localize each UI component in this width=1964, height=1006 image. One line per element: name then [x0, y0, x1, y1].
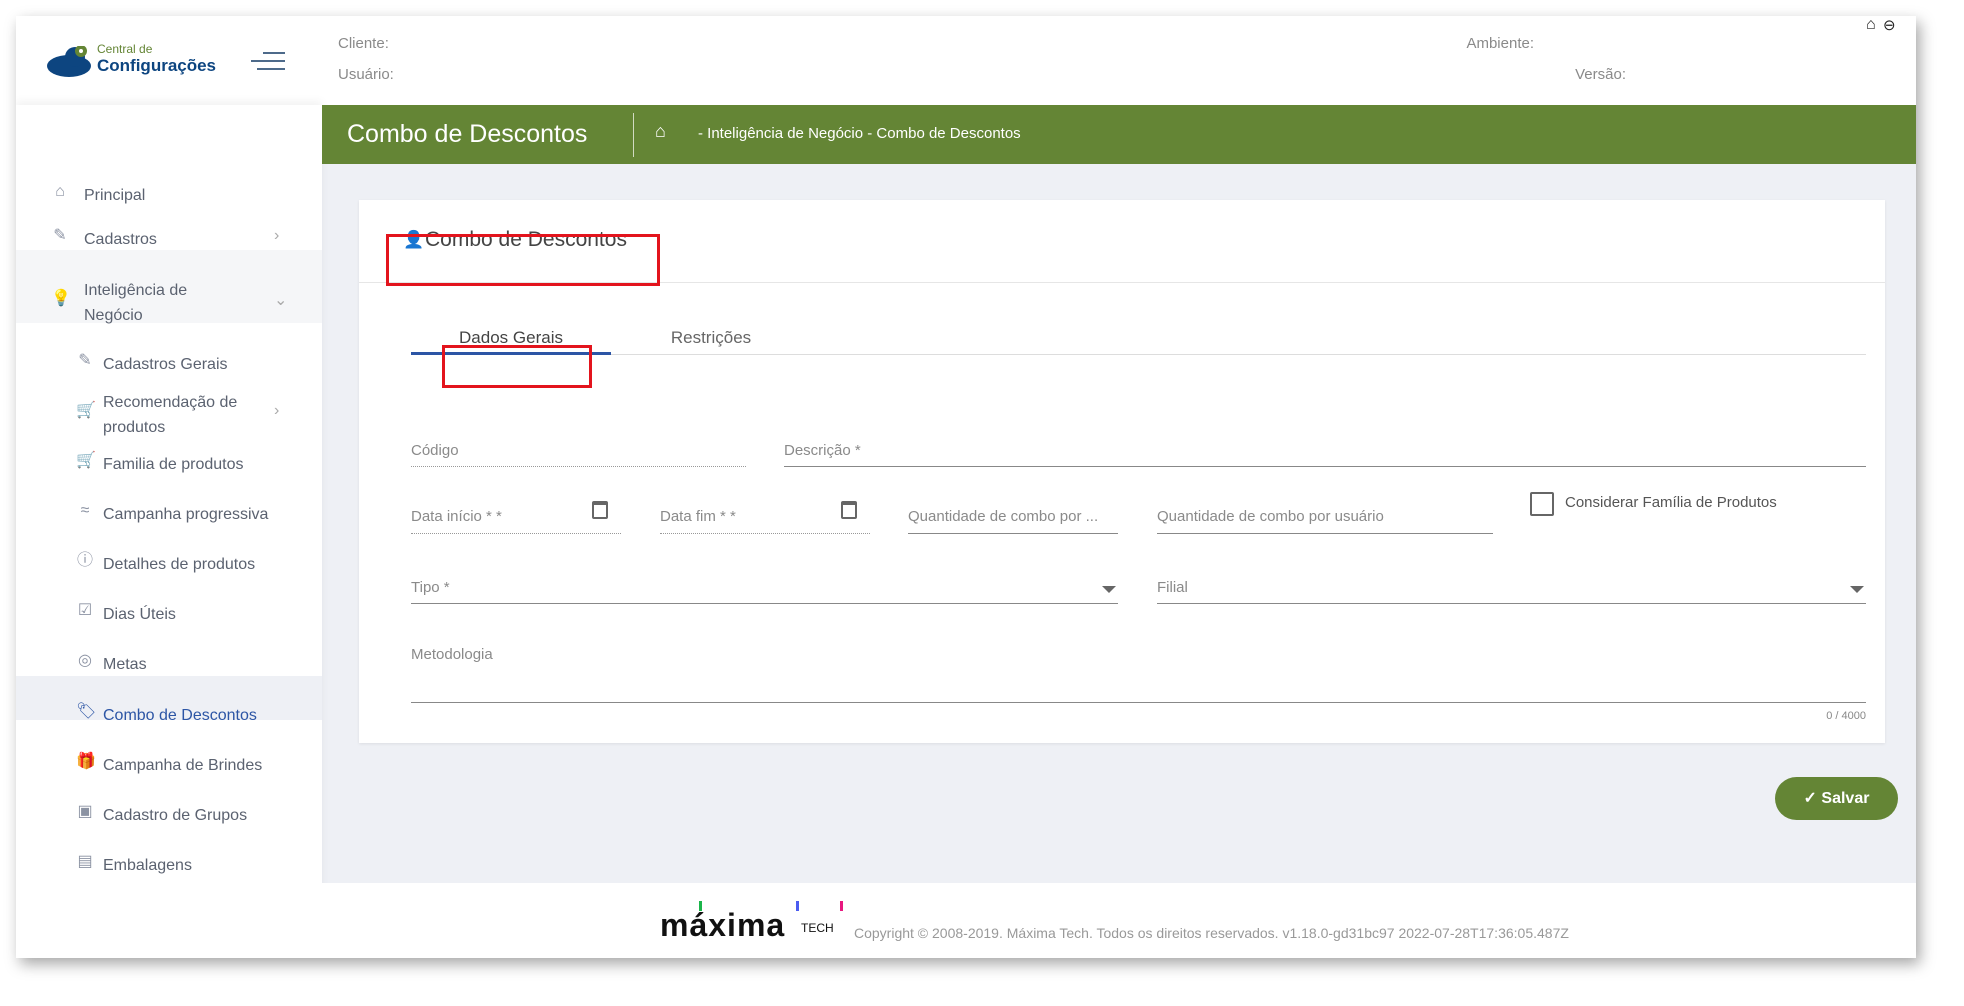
cloud-gear-icon — [47, 46, 91, 77]
calendar-icon[interactable] — [841, 501, 857, 519]
app-window: Central de Configurações Cliente: Usuári… — [16, 16, 1916, 958]
home-icon[interactable]: ⌂ — [1866, 16, 1876, 34]
sidebar-icon: ☑ — [77, 602, 93, 619]
maxima-logo: máxima — [660, 907, 786, 943]
sidebar-item-label: Principal — [84, 187, 146, 204]
sidebar-icon: 🛒 — [76, 452, 96, 469]
maxima-logo-tech: TECH — [801, 921, 834, 935]
usuario-label: Usuário: — [338, 66, 394, 83]
qtd-usuario-field[interactable]: Quantidade de combo por usuário — [1157, 508, 1384, 525]
codigo-field[interactable]: Código — [411, 442, 459, 459]
logo-line2: Configurações — [97, 56, 217, 75]
sidebar-item-label: Campanha progressiva — [103, 506, 269, 523]
breadcrumb-home-icon[interactable]: ⌂ — [655, 121, 666, 142]
app-logo[interactable]: Central de Configurações — [45, 38, 217, 84]
versao-label: Versão: — [1575, 66, 1626, 83]
chevron-icon[interactable]: › — [274, 227, 279, 245]
sidebar-item-label: Combo de Descontos — [103, 707, 257, 724]
chevron-icon[interactable]: ⌄ — [274, 290, 287, 310]
sidebar-item-label: produtos — [103, 419, 166, 436]
sidebar-icon: ▣ — [77, 803, 93, 820]
sidebar-icon: ≈ — [80, 502, 90, 519]
sidebar-icon: 💡 — [51, 290, 71, 307]
sidebar-icon: 🎁 — [76, 753, 96, 770]
data-inicio-field[interactable]: Data início * * — [411, 508, 502, 525]
metodologia-textarea[interactable]: Metodologia — [411, 646, 493, 663]
calendar-icon[interactable] — [592, 501, 608, 519]
sidebar-item-label: Inteligência de — [84, 282, 188, 299]
page-title: Combo de Descontos — [347, 120, 588, 148]
considerar-label: Considerar Família de Produtos — [1565, 494, 1777, 511]
tipo-select[interactable]: Tipo * — [411, 579, 450, 596]
sidebar-item-label: Dias Úteis — [103, 606, 176, 623]
sidebar-icon: ◎ — [78, 652, 92, 669]
sidebar-item-label: Detalhes de produtos — [103, 556, 256, 573]
char-counter: 0 / 4000 — [1826, 710, 1866, 722]
cliente-label: Cliente: — [338, 35, 389, 52]
sidebar-item-label: Cadastros Gerais — [103, 356, 228, 373]
sidebar-item-label: Cadastros — [84, 231, 157, 248]
sidebar-icon: ✎ — [53, 227, 67, 244]
copyright-text: Copyright © 2008-2019. Máxima Tech. Todo… — [854, 925, 1569, 941]
sidebar-icon: 🛒 — [76, 402, 96, 419]
save-label: Salvar — [1821, 790, 1870, 807]
chevron-icon[interactable]: › — [274, 402, 279, 420]
sidebar: ⌂ Principal ✎ Cadastros › 💡 Inteligência de Neg… — [16, 105, 322, 958]
highlight-box — [442, 345, 592, 388]
tab-restricoes[interactable]: Restrições — [611, 328, 811, 348]
hamburger-menu-button[interactable] — [251, 52, 285, 72]
top-header: Central de Configurações Cliente: Usuári… — [16, 16, 1916, 105]
sidebar-item-label: Embalagens — [103, 857, 192, 874]
considerar-checkbox[interactable] — [1530, 492, 1554, 516]
data-fim-field[interactable]: Data fim * * — [660, 508, 736, 525]
sidebar-item-label: Cadastro de Grupos — [103, 807, 248, 824]
sidebar-icon: ▤ — [77, 853, 93, 870]
check-icon: ✓ — [1803, 790, 1822, 807]
sidebar-item-label: Campanha de Brindes — [103, 757, 263, 774]
sidebar-icon: ✎ — [78, 352, 92, 369]
sidebar-icon: ⌂ — [55, 183, 65, 200]
sidebar-item-label: Metas — [103, 656, 147, 673]
qtd-combo-field[interactable]: Quantidade de combo por ... — [908, 508, 1098, 525]
sidebar-icon: 🏷 — [76, 703, 97, 720]
sidebar-icon: ⓘ — [76, 552, 93, 569]
sidebar-item-label: Negócio — [84, 307, 143, 324]
page-title-bar: Combo de Descontos ⌂ - Inteligência de N… — [322, 105, 1916, 164]
highlight-box — [386, 234, 660, 286]
descricao-field[interactable]: Descrição * — [784, 442, 861, 459]
ambiente-label: Ambiente: — [1466, 35, 1534, 52]
form-card: 👤 Combo de Descontos Dados Gerais Restri… — [359, 200, 1885, 743]
sidebar-item-label: Familia de produtos — [103, 456, 244, 473]
save-button[interactable]: ✓ Salvar — [1775, 777, 1898, 820]
logout-icon[interactable]: ⊖ — [1883, 16, 1896, 34]
logo-line1: Central de — [97, 42, 153, 56]
dropdown-arrow-icon[interactable] — [1102, 586, 1116, 593]
footer: máxima TECH Copyright © 2008-2019. Máxim… — [16, 883, 1916, 958]
dropdown-arrow-icon[interactable] — [1850, 586, 1864, 593]
filial-select[interactable]: Filial — [1157, 579, 1188, 596]
breadcrumb: - Inteligência de Negócio - Combo de Des… — [698, 125, 1021, 142]
sidebar-item-label: Recomendação de — [103, 394, 238, 411]
